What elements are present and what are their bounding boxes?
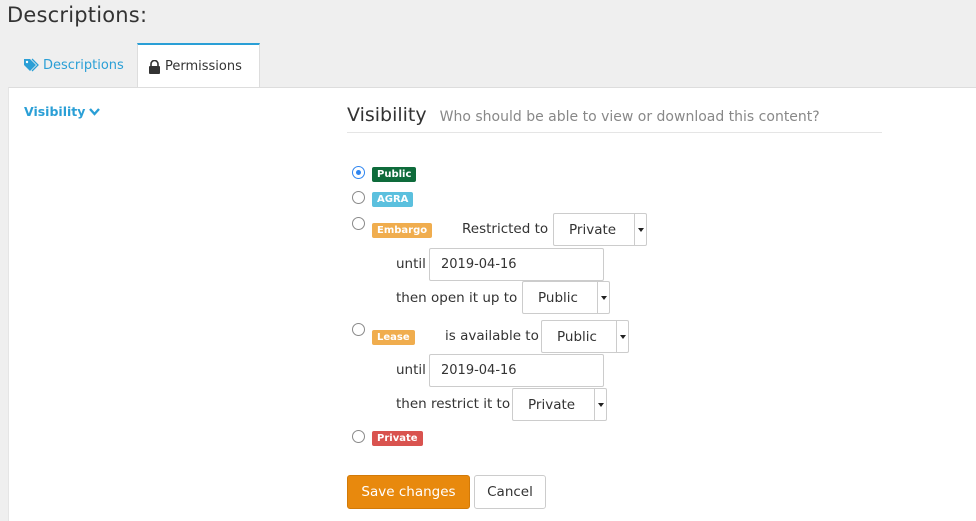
chevron-down-icon [594,389,606,420]
embargo-until-date[interactable] [429,248,604,281]
chevron-down-icon [634,214,646,245]
embargo-then-select[interactable]: Public [522,281,610,314]
badge-agra: AGRA [372,192,414,207]
visibility-toggle-label: Visibility [24,104,86,119]
save-changes-button[interactable]: Save changes [347,475,470,509]
section-title: Visibility [347,104,427,126]
visibility-toggle[interactable]: Visibility [24,104,101,119]
lease-until-date[interactable] [429,354,604,387]
visibility-header: Visibility Who should be able to view or… [347,104,882,133]
tag-icon [23,58,39,72]
badge-lease: Lease [372,330,415,345]
tab-permissions[interactable]: Permissions [137,43,260,88]
chevron-down-icon [616,321,628,352]
lease-until-label: until [396,362,426,378]
section-subtitle: Who should be able to view or download t… [439,109,820,125]
embargo-restricted-value: Private [569,221,617,238]
lease-then-label: then restrict it to [396,396,511,412]
lease-then-value: Private [528,396,576,413]
embargo-then-value: Public [538,289,578,306]
chevron-down-icon [597,282,609,313]
radio-agra[interactable] [352,191,365,204]
badge-embargo: Embargo [372,223,433,238]
cancel-button[interactable]: Cancel [474,475,546,509]
radio-public[interactable] [352,166,365,179]
lease-available-value: Public [557,328,597,345]
permissions-panel: Visibility Visibility Who should be able… [8,87,976,521]
radio-embargo[interactable] [352,217,365,230]
chevron-down-icon [89,107,101,116]
page-title: Descriptions: [7,3,148,27]
embargo-until-label: until [396,256,426,272]
lease-available-label: is available to [445,328,539,344]
tab-permissions-label: Permissions [165,59,242,74]
badge-private: Private [372,431,423,446]
embargo-restricted-select[interactable]: Private [553,213,647,246]
radio-private[interactable] [352,430,365,443]
lease-available-select[interactable]: Public [541,320,629,353]
badge-public: Public [372,167,417,182]
tab-descriptions-label: Descriptions [43,57,124,73]
radio-lease[interactable] [352,323,365,336]
tab-descriptions[interactable]: Descriptions [10,43,135,87]
lease-then-select[interactable]: Private [512,388,607,421]
embargo-restricted-label: Restricted to [462,221,549,237]
embargo-then-label: then open it up to [396,290,518,306]
lock-icon [148,59,161,74]
